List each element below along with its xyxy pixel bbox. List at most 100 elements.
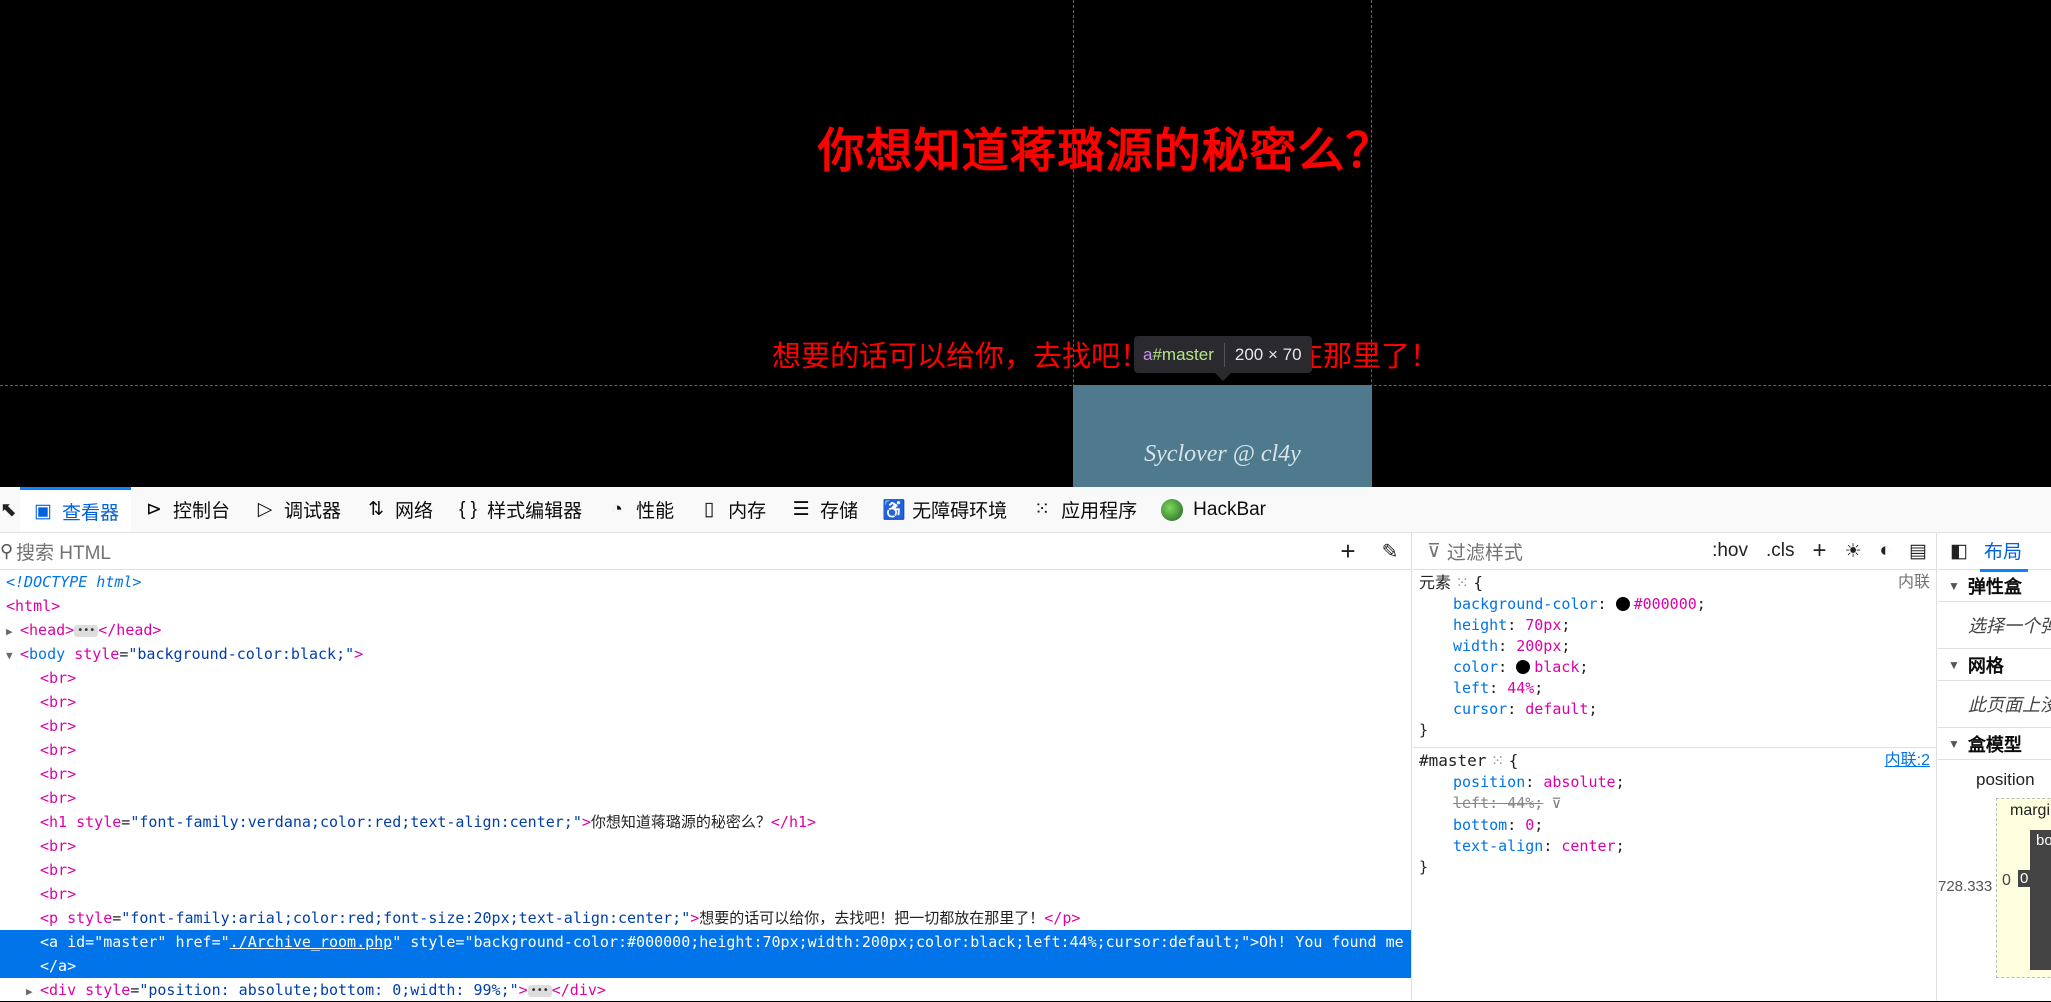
filter-icon: ⊽ (1427, 540, 1441, 562)
tree-node-br[interactable]: <br> (0, 858, 1411, 882)
page-viewport: 你想知道蒋璐源的秘密么？ 想要的话可以给你，去找吧！把一切都放在那里了！ Syc… (0, 0, 2051, 487)
light-mode-icon[interactable]: ☀ (1836, 540, 1871, 563)
selector-grid-icon[interactable]: ⁙ (1455, 575, 1468, 592)
box-model-diagram: position margin bo 728.333 0 0 (1938, 760, 2051, 978)
collapsed-dots-icon[interactable]: ••• (74, 624, 99, 637)
dark-mode-icon[interactable]: ◐ (1871, 540, 1900, 562)
master-link-highlight[interactable]: Syclover @ cl4y (1073, 385, 1372, 487)
color-swatch-icon[interactable] (1516, 660, 1531, 674)
tab-label: 无障碍环境 (912, 501, 1008, 522)
html-tree: <!DOCTYPE html> <html> ▶ <head> ••• </head>… (0, 570, 1411, 1002)
element-picker-icon[interactable]: ⬉ (0, 487, 20, 532)
box-model-border-label: bo (2036, 832, 2051, 849)
html-search-input[interactable]: 搜索 HTML (14, 538, 1327, 565)
eyedropper-icon[interactable]: ✎ (1369, 539, 1411, 564)
tree-node-div[interactable]: ▶ <div style="position: absolute;bottom: … (0, 978, 1411, 1002)
tree-node-br[interactable]: <br> (0, 690, 1411, 714)
tree-node-br[interactable]: <br> (0, 786, 1411, 810)
declaration-overridden[interactable]: left: 44%; ⊽ (1419, 793, 1930, 815)
filter-icon[interactable]: ⊽ (1551, 794, 1561, 815)
box-model-margin-label: margin (2010, 802, 2051, 819)
hov-button[interactable]: :hov (1703, 540, 1757, 562)
tab-memory[interactable]: ▯ 内存 (686, 487, 778, 532)
collapse-arrow-icon: ▼ (1948, 736, 1960, 751)
declaration[interactable]: width: 200px; (1419, 636, 1930, 657)
tab-application[interactable]: ⁙ 应用程序 (1019, 487, 1149, 532)
color-swatch-icon[interactable] (1615, 597, 1630, 611)
tab-label: 网络 (395, 501, 434, 522)
tab-label: HackBar (1193, 498, 1267, 520)
collapse-arrow-icon[interactable]: ▼ (6, 644, 20, 666)
collapsed-dots-icon[interactable]: ••• (527, 984, 552, 997)
tab-network[interactable]: ⇅ 网络 (353, 487, 445, 532)
tab-performance[interactable]: ◔ 性能 (594, 487, 686, 532)
rules-panel: ⊽ 过滤样式 :hov .cls + ☀ ◐ ▤ 元素 ⁙ { 内联 backg… (1413, 533, 1937, 1001)
tab-style-editor[interactable]: { } 样式编辑器 (445, 487, 594, 532)
tree-node-head[interactable]: ▶ <head> ••• </head> (0, 618, 1411, 642)
rule-source-link[interactable]: 内联:2 (1885, 750, 1930, 771)
boxmodel-section-header[interactable]: ▼ 盒模型 (1938, 728, 2051, 760)
element-tooltip: a #master 200 × 70 (1134, 336, 1312, 373)
rule-master: #master ⁙ { 内联:2 position: absolute; lef… (1419, 750, 1930, 876)
print-media-icon[interactable]: ▤ (1900, 540, 1936, 563)
master-link-text: Syclover @ cl4y (1144, 441, 1301, 467)
cls-button[interactable]: .cls (1757, 540, 1804, 562)
tab-debugger[interactable]: ▷ 调试器 (242, 487, 353, 532)
tree-node-a-close[interactable]: </a> (0, 954, 1411, 978)
declaration[interactable]: bottom: 0; (1419, 815, 1930, 836)
html-search-bar: ⚲ 搜索 HTML + ✎ (0, 533, 1411, 570)
tree-node-br[interactable]: <br> (0, 762, 1411, 786)
declaration[interactable]: background-color: #000000; (1419, 594, 1930, 615)
tooltip-arrow (1215, 373, 1231, 381)
declaration[interactable]: left: 44%; (1419, 678, 1930, 699)
box-model-border[interactable] (2030, 830, 2051, 970)
tree-node-br[interactable]: <br> (0, 834, 1411, 858)
box-model-margin-value[interactable]: 0 (2002, 872, 2011, 890)
add-node-button[interactable]: + (1327, 536, 1369, 567)
devtools-toolbar: ⬉ ▣ 查看器 ⊳ 控制台 ▷ 调试器 ⇅ 网络 { } 样式编辑器 ◔ 性能 ▯ 内存 ☰ 存… (0, 487, 2051, 533)
tab-layout[interactable]: 布局 (1980, 533, 2029, 572)
tree-node-br[interactable]: <br> (0, 738, 1411, 762)
tree-node-br[interactable]: <br> (0, 882, 1411, 906)
rule-selector: #master (1419, 751, 1487, 770)
tree-node-doctype[interactable]: <!DOCTYPE html> (0, 570, 1411, 594)
tab-storage[interactable]: ☰ 存储 (778, 487, 870, 532)
expand-arrow-icon[interactable]: ▶ (26, 980, 40, 1002)
declaration[interactable]: text-align: center; (1419, 836, 1930, 857)
tree-node-br[interactable]: <br> (0, 714, 1411, 738)
grid-hint: 此页面上没 (1938, 681, 2051, 728)
tree-node-br[interactable]: <br> (0, 666, 1411, 690)
declaration[interactable]: height: 70px; (1419, 615, 1930, 636)
box-model-position: position (1976, 770, 2035, 789)
tab-inspector[interactable]: ▣ 查看器 (20, 487, 132, 532)
archive-link[interactable]: ./Archive_room.php (230, 933, 393, 951)
declaration[interactable]: color: black; (1419, 657, 1930, 678)
tab-accessibility[interactable]: ♿ 无障碍环境 (870, 487, 1019, 532)
tree-node-html[interactable]: <html> (0, 594, 1411, 618)
box-model-offset-value: 728.333 (1938, 878, 1993, 895)
declaration[interactable]: position: absolute; (1419, 772, 1930, 793)
rules-filter-bar: ⊽ 过滤样式 :hov .cls + ☀ ◐ ▤ (1413, 533, 1936, 570)
grid-section-header[interactable]: ▼ 网格 (1938, 649, 2051, 681)
tree-node-h1[interactable]: <h1 style="font-family:verdana;color:red… (0, 810, 1411, 834)
memory-icon: ▯ (703, 499, 715, 520)
tree-node-p[interactable]: <p style="font-family:arial;color:red;fo… (0, 906, 1411, 930)
tab-hackbar[interactable]: HackBar (1149, 487, 1278, 532)
expand-arrow-icon[interactable]: ▶ (6, 620, 20, 642)
rules-filter-input[interactable]: 过滤样式 (1441, 538, 1703, 565)
tab-console[interactable]: ⊳ 控制台 (131, 487, 242, 532)
sidebar-toggle-icon[interactable]: ◧ (1938, 540, 1980, 563)
selector-grid-icon[interactable]: ⁙ (1491, 753, 1504, 770)
guide-line-top (0, 385, 2051, 386)
rule-element: 元素 ⁙ { 内联 background-color: #000000; hei… (1413, 570, 1936, 748)
box-model-border-value[interactable]: 0 (2018, 870, 2031, 887)
layout-panel: ◧ 布局 ▼弹性盒 选择一个弹性 ▼网格 此页面上没 ▼盒模型 position… (1938, 533, 2051, 1001)
style-editor-icon: { } (459, 498, 478, 520)
flexbox-hint: 选择一个弹性 (1938, 602, 2051, 649)
console-icon: ⊳ (146, 499, 162, 520)
declaration[interactable]: cursor: default; (1419, 699, 1930, 720)
flexbox-section-header[interactable]: ▼ 弹性盒 (1938, 570, 2051, 602)
tree-node-body[interactable]: ▼ <body style="background-color:black;"> (0, 642, 1411, 666)
tree-node-a-selected[interactable]: <a id="master" href="./Archive_room.php"… (0, 930, 1411, 954)
add-rule-button[interactable]: + (1804, 537, 1836, 565)
